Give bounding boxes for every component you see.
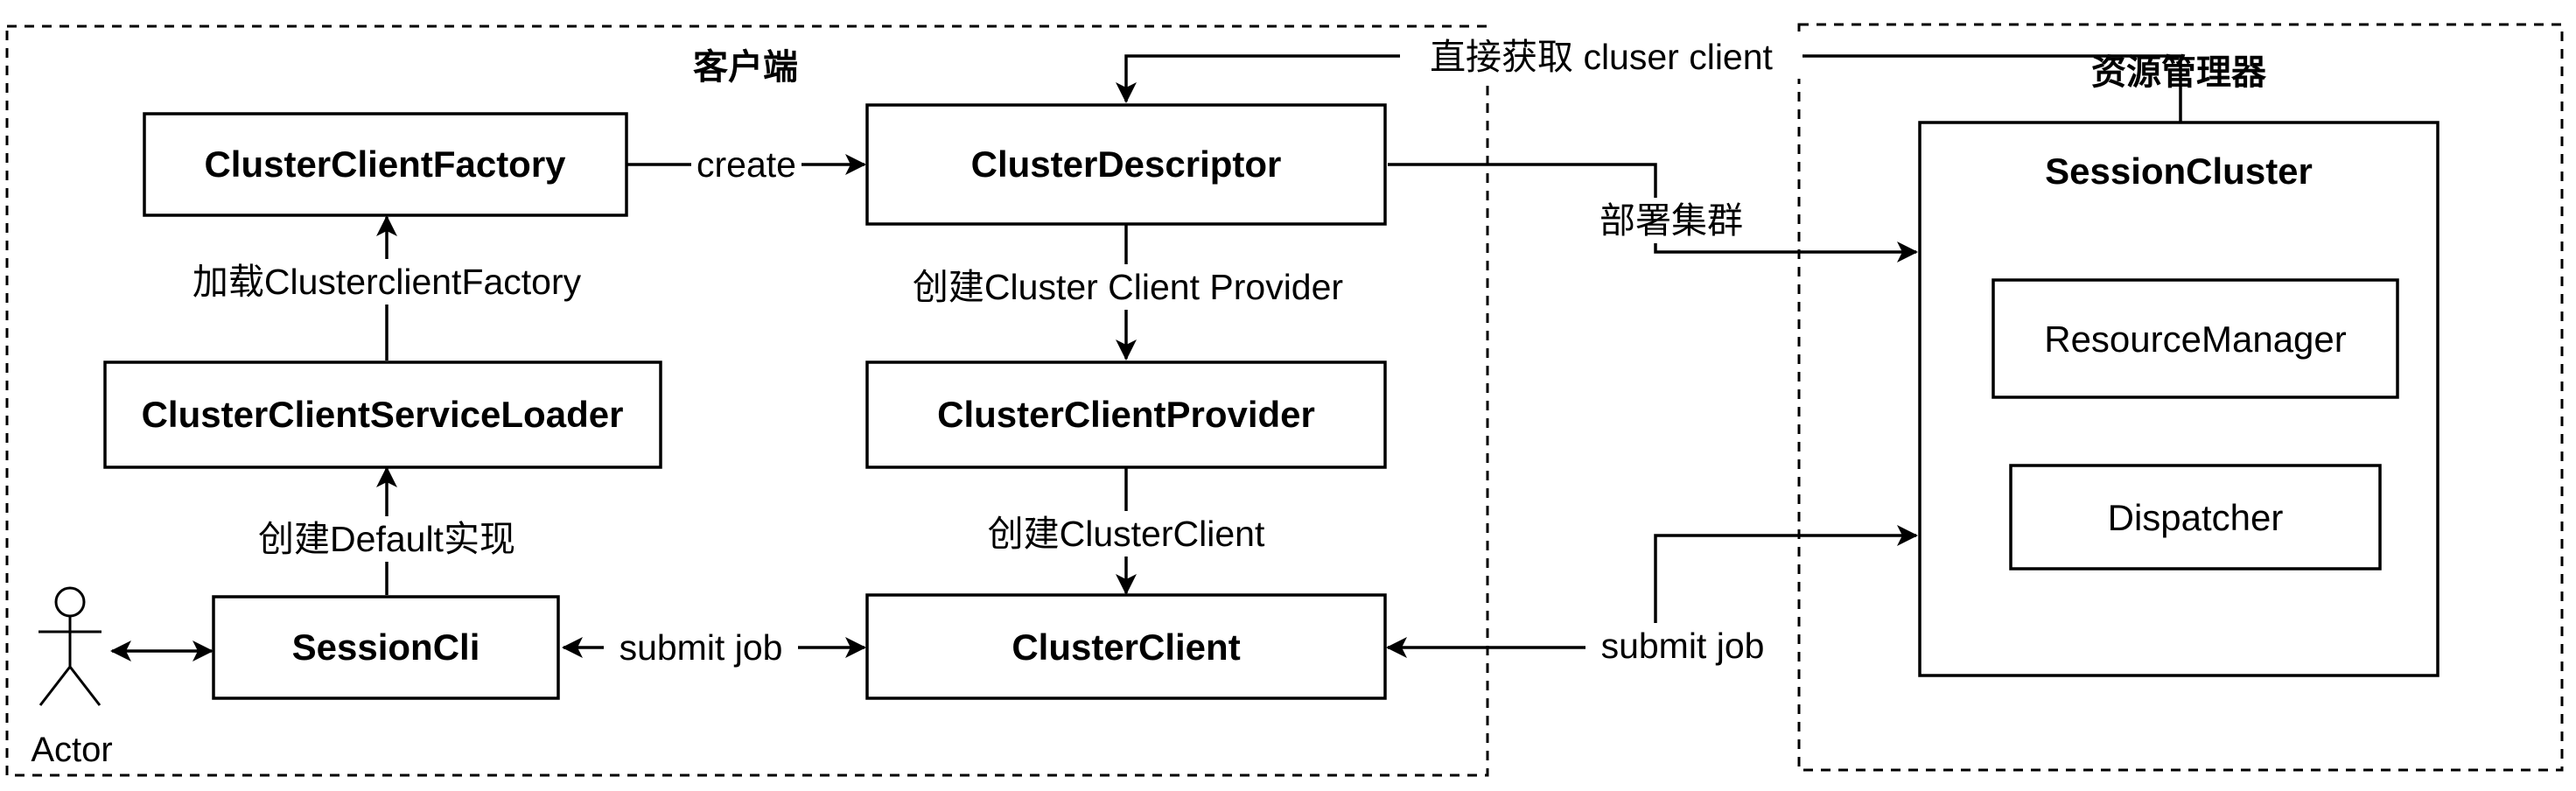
resource-manager-box: ResourceManager [1992,278,2399,399]
resource-manager-label: ResourceManager [2044,318,2347,360]
edge-label-create: create [696,144,796,185]
architecture-diagram: ClusterClientFactory ClusterDescriptor C… [5,23,2564,777]
cluster-client-label: ClusterClient [1012,626,1240,668]
actor-label: Actor [31,731,112,769]
edge-label-submit-job-right: submit job [1601,626,1765,666]
cluster-client-provider-label: ClusterClientProvider [937,394,1315,435]
cluster-client-factory-label: ClusterClientFactory [204,144,566,185]
session-cli-label: SessionCli [292,626,480,668]
dispatcher-label: Dispatcher [2108,497,2284,538]
edge-label-deploy-cluster: 部署集群 [1600,200,1743,241]
edge-label-create-default: 创建Default实现 [258,519,515,559]
cluster-descriptor-box: ClusterDescriptor [865,103,1387,226]
edge-label-create-provider: 创建Cluster Client Provider [913,267,1343,307]
session-cli-box: SessionCli [212,595,560,700]
edge-label-create-client: 创建ClusterClient [988,514,1265,554]
session-cluster-box: SessionCluster [1918,121,2440,677]
edge-label-direct-get: 直接获取 cluser client [1430,37,1773,77]
client-group-title: 客户端 [693,48,798,87]
edge-label-submit-job-left: submit job [620,627,783,668]
cluster-client-provider-box: ClusterClientProvider [865,360,1387,469]
cluster-client-service-loader-box: ClusterClientServiceLoader [103,360,662,469]
edge-label-load-factory: 加载ClusterclientFactory [192,262,582,302]
cluster-client-box: ClusterClient [865,593,1387,700]
session-cluster-label: SessionCluster [2045,150,2313,192]
cluster-client-service-loader-label: ClusterClientServiceLoader [142,394,624,435]
actor-icon [38,586,102,706]
cluster-descriptor-label: ClusterDescriptor [971,144,1282,185]
dispatcher-box: Dispatcher [2009,464,2382,570]
resource-manager-group-title: 资源管理器 [2091,53,2267,92]
cluster-client-factory-box: ClusterClientFactory [143,112,628,217]
